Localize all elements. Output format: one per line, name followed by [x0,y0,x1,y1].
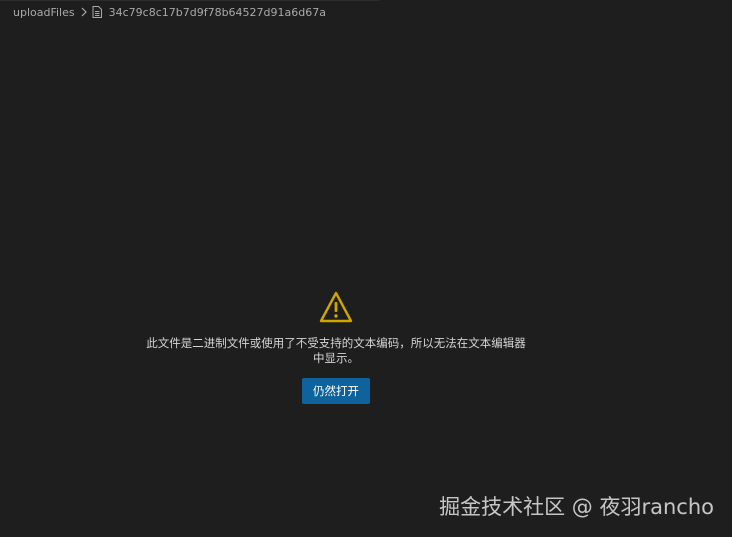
breadcrumb: uploadFiles 34c79c8c17b7d9f78b64527d91a6… [13,4,326,20]
binary-file-notice: 此文件是二进制文件或使用了不受支持的文本编码，所以无法在文本编辑器中显示。 仍然… [0,290,672,404]
editor-topbar: uploadFiles 34c79c8c17b7d9f78b64527d91a6… [0,0,732,22]
warning-icon [318,290,354,324]
breadcrumb-file[interactable]: 34c79c8c17b7d9f78b64527d91a6d67a [109,6,326,19]
open-anyway-button[interactable]: 仍然打开 [302,378,370,404]
breadcrumb-folder[interactable]: uploadFiles [13,6,75,19]
watermark: 掘金技术社区 @ 夜羽rancho [439,495,714,519]
file-icon [92,6,102,18]
notice-message: 此文件是二进制文件或使用了不受支持的文本编码，所以无法在文本编辑器中显示。 [146,336,526,365]
topbar-divider [0,0,380,1]
chevron-right-icon [80,7,88,17]
